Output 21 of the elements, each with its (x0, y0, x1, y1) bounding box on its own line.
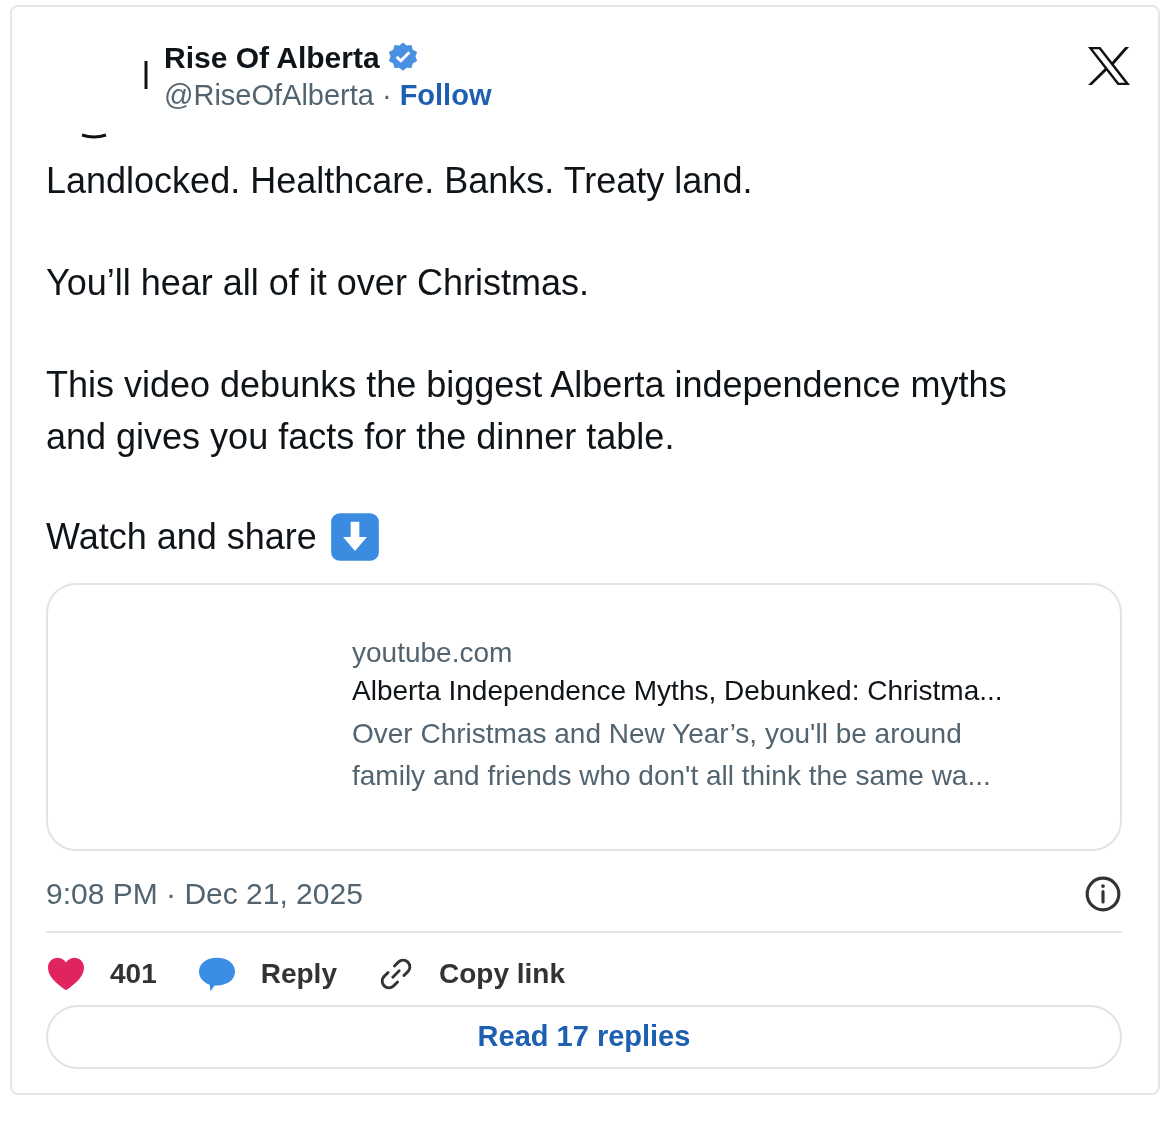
post-timestamp[interactable]: 9:08 PM · Dec 21, 2025 (46, 876, 363, 911)
x-logo-icon[interactable] (1086, 45, 1132, 87)
like-button[interactable]: 401 (46, 955, 157, 992)
info-icon[interactable] (1084, 874, 1122, 913)
post-paragraph: You’ll hear all of it over Christmas. (46, 261, 590, 305)
link-domain: youtube.com (352, 636, 514, 669)
read-replies-button[interactable]: Read 17 replies (46, 1004, 1122, 1069)
link-preview-card[interactable]: youtube.com Alberta Independence Myths, Debunked: Christma... Over Christmas and New Year’s, you'll be around family and friends who don't all think the same wa... (46, 583, 1122, 851)
heart-icon (46, 955, 86, 992)
author-name[interactable]: Rise Of Alberta (164, 41, 380, 75)
speech-bubble-icon (196, 955, 237, 992)
post-paragraph: This video debunks the biggest Alberta independence myths and gives you facts for the dinner table. (46, 363, 1008, 459)
post-paragraph: Watch and share (46, 515, 317, 559)
post-paragraph: Landlocked. Healthcare. Banks. Treaty land. (46, 159, 754, 203)
author-handle[interactable]: @RiseOfAlberta (164, 79, 374, 112)
link-title: Alberta Independence Myths, Debunked: Christma... (352, 674, 1004, 707)
reply-button[interactable]: Reply (196, 955, 337, 992)
copy-link-button[interactable]: Copy link (376, 954, 565, 993)
link-description: Over Christmas and New Year’s, you'll be around family and friends who don't all think the same wa... (352, 716, 992, 793)
follow-link[interactable]: Follow (399, 79, 492, 112)
separator-dot: · (381, 79, 392, 112)
